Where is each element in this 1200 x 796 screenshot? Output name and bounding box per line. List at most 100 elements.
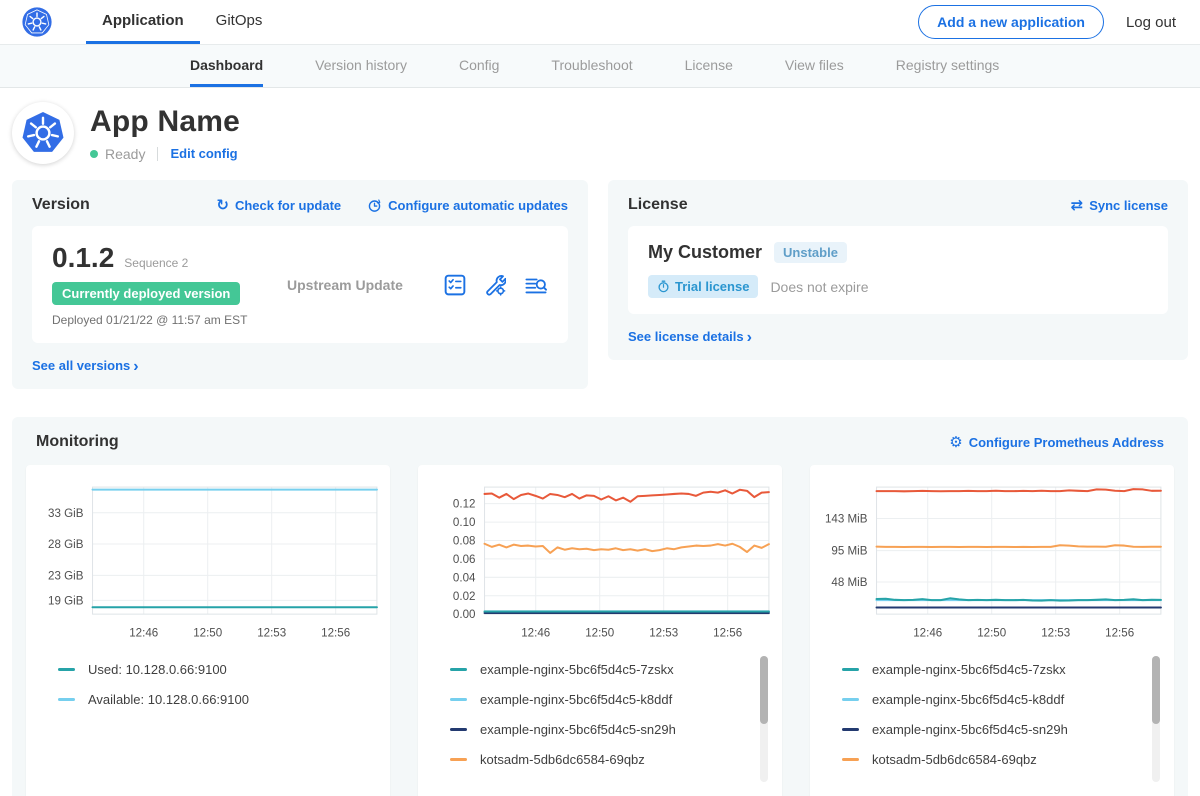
configure-automatic-updates-label: Configure automatic updates bbox=[388, 198, 568, 213]
see-all-versions-link[interactable]: See all versions› bbox=[32, 358, 139, 373]
channel-badge: Unstable bbox=[774, 242, 847, 263]
tab-config[interactable]: Config bbox=[459, 45, 499, 87]
tab-dashboard[interactable]: Dashboard bbox=[190, 45, 263, 87]
config-tools-icon[interactable] bbox=[484, 274, 506, 296]
version-number: 0.1.2 bbox=[52, 242, 114, 274]
configure-prometheus-label: Configure Prometheus Address bbox=[969, 435, 1164, 450]
app-avatar bbox=[12, 102, 74, 164]
legend-swatch bbox=[58, 698, 75, 701]
svg-text:23 GiB: 23 GiB bbox=[48, 570, 84, 582]
see-license-details-link[interactable]: See license details› bbox=[628, 329, 752, 344]
deploy-logs-icon[interactable] bbox=[524, 274, 548, 296]
legend-scrollbar[interactable] bbox=[1152, 656, 1160, 782]
legend-item: kotsadm-5db6dc6584-69qbz bbox=[450, 752, 764, 767]
tab-registry-settings[interactable]: Registry settings bbox=[896, 45, 999, 87]
topnav-tab-gitops[interactable]: GitOps bbox=[200, 0, 279, 44]
legend-label: kotsadm-5db6dc6584-69qbz bbox=[480, 752, 645, 767]
svg-text:33 GiB: 33 GiB bbox=[48, 508, 84, 520]
legend-label: example-nginx-5bc6f5d4c5-7zskx bbox=[872, 662, 1066, 677]
memory-usage-card: 143 MiB95 MiB48 MiB12:4612:5012:5312:56 … bbox=[810, 465, 1174, 796]
svg-text:12:46: 12:46 bbox=[521, 627, 550, 639]
current-version-card: 0.1.2 Sequence 2 Currently deployed vers… bbox=[32, 226, 568, 343]
cpu-usage-card: 0.120.100.080.060.040.020.0012:4612:5012… bbox=[418, 465, 782, 796]
refresh-icon: ↻ bbox=[216, 198, 229, 213]
page-title: App Name bbox=[90, 105, 240, 139]
legend-swatch bbox=[450, 698, 467, 701]
legend-swatch bbox=[58, 668, 75, 671]
tab-config-label: Config bbox=[459, 57, 499, 73]
legend-label: example-nginx-5bc6f5d4c5-k8ddf bbox=[872, 692, 1064, 707]
svg-text:12:50: 12:50 bbox=[977, 627, 1006, 639]
tab-dashboard-label: Dashboard bbox=[190, 57, 263, 73]
version-card: Version ↻ Check for update Configure aut… bbox=[12, 180, 588, 389]
summary-cards-row: Version ↻ Check for update Configure aut… bbox=[0, 180, 1200, 389]
tab-license[interactable]: License bbox=[685, 45, 733, 87]
topnav-tab-application-label: Application bbox=[102, 12, 184, 29]
trial-license-label: Trial license bbox=[675, 279, 749, 294]
svg-text:0.00: 0.00 bbox=[453, 609, 476, 621]
topnav-tab-application[interactable]: Application bbox=[86, 0, 200, 44]
gear-icon: ⚙ bbox=[949, 435, 962, 450]
legend-item: example-nginx-5bc6f5d4c5-7zskx bbox=[450, 662, 764, 677]
legend-swatch bbox=[450, 728, 467, 731]
check-for-update-link[interactable]: ↻ Check for update bbox=[216, 198, 341, 213]
sync-license-link[interactable]: ⇄ Sync license bbox=[1071, 198, 1168, 213]
topnav-tab-gitops-label: GitOps bbox=[216, 12, 263, 29]
svg-text:0.06: 0.06 bbox=[453, 554, 476, 566]
legend-item: example-nginx-5bc6f5d4c5-7zskx bbox=[842, 662, 1156, 677]
logout-button[interactable]: Log out bbox=[1126, 14, 1176, 31]
add-application-button[interactable]: Add a new application bbox=[918, 5, 1104, 39]
monitoring-panel: Monitoring ⚙ Configure Prometheus Addres… bbox=[12, 417, 1188, 796]
legend-label: Available: 10.128.0.66:9100 bbox=[88, 692, 249, 707]
legend-label: Used: 10.128.0.66:9100 bbox=[88, 662, 227, 677]
legend-item: example-nginx-5bc6f5d4c5-k8ddf bbox=[450, 692, 764, 707]
legend-swatch bbox=[450, 758, 467, 761]
app-tab-bar: Dashboard Version history Config Trouble… bbox=[0, 44, 1200, 88]
chevron-right-icon: › bbox=[747, 329, 752, 346]
currently-deployed-badge: Currently deployed version bbox=[52, 282, 240, 305]
tab-troubleshoot[interactable]: Troubleshoot bbox=[551, 45, 632, 87]
svg-text:48 MiB: 48 MiB bbox=[831, 577, 867, 589]
legend-scrollbar-thumb[interactable] bbox=[1152, 656, 1160, 724]
tab-troubleshoot-label: Troubleshoot bbox=[551, 57, 632, 73]
tab-view-files[interactable]: View files bbox=[785, 45, 844, 87]
legend-item: example-nginx-5bc6f5d4c5-k8ddf bbox=[842, 692, 1156, 707]
cpu-usage-legend: example-nginx-5bc6f5d4c5-7zskx example-ng… bbox=[420, 646, 780, 784]
svg-text:12:56: 12:56 bbox=[1105, 627, 1134, 639]
svg-text:28 GiB: 28 GiB bbox=[48, 539, 84, 551]
customer-name: My Customer bbox=[648, 242, 762, 263]
chevron-right-icon: › bbox=[133, 358, 138, 375]
top-navbar: Application GitOps Add a new application… bbox=[0, 0, 1200, 44]
clock-refresh-icon bbox=[367, 198, 382, 213]
legend-label: example-nginx-5bc6f5d4c5-7zskx bbox=[480, 662, 674, 677]
legend-item: example-nginx-5bc6f5d4c5-sn29h bbox=[842, 722, 1156, 737]
svg-text:0.10: 0.10 bbox=[453, 517, 476, 529]
release-notes-icon[interactable] bbox=[444, 274, 466, 296]
see-license-details-label: See license details bbox=[628, 329, 744, 344]
legend-label: kotsadm-5db6dc6584-69qbz bbox=[872, 752, 1037, 767]
status-badge: Ready bbox=[105, 146, 145, 162]
legend-swatch bbox=[842, 758, 859, 761]
disk-usage-legend: Used: 10.128.0.66:9100 Available: 10.128.… bbox=[28, 646, 388, 784]
svg-text:0.08: 0.08 bbox=[453, 536, 476, 548]
svg-text:95 MiB: 95 MiB bbox=[831, 546, 867, 558]
license-card-title: License bbox=[628, 196, 688, 214]
version-sequence: Sequence 2 bbox=[124, 256, 188, 270]
configure-prometheus-link[interactable]: ⚙ Configure Prometheus Address bbox=[949, 435, 1164, 450]
tab-version-history-label: Version history bbox=[315, 57, 407, 73]
disk-usage-card: 33 GiB28 GiB23 GiB19 GiB12:4612:5012:531… bbox=[26, 465, 390, 796]
svg-text:12:53: 12:53 bbox=[649, 627, 678, 639]
tab-view-files-label: View files bbox=[785, 57, 844, 73]
legend-label: example-nginx-5bc6f5d4c5-sn29h bbox=[872, 722, 1068, 737]
edit-config-link[interactable]: Edit config bbox=[170, 146, 237, 161]
legend-item: Available: 10.128.0.66:9100 bbox=[58, 692, 372, 707]
version-card-title: Version bbox=[32, 196, 90, 214]
kubernetes-app-icon bbox=[20, 110, 66, 156]
legend-scrollbar-thumb[interactable] bbox=[760, 656, 768, 724]
status-dot bbox=[90, 150, 98, 158]
tab-version-history[interactable]: Version history bbox=[315, 45, 407, 87]
svg-text:0.02: 0.02 bbox=[453, 591, 476, 603]
legend-scrollbar[interactable] bbox=[760, 656, 768, 782]
configure-automatic-updates-link[interactable]: Configure automatic updates bbox=[367, 198, 568, 213]
svg-text:12:56: 12:56 bbox=[321, 627, 350, 639]
